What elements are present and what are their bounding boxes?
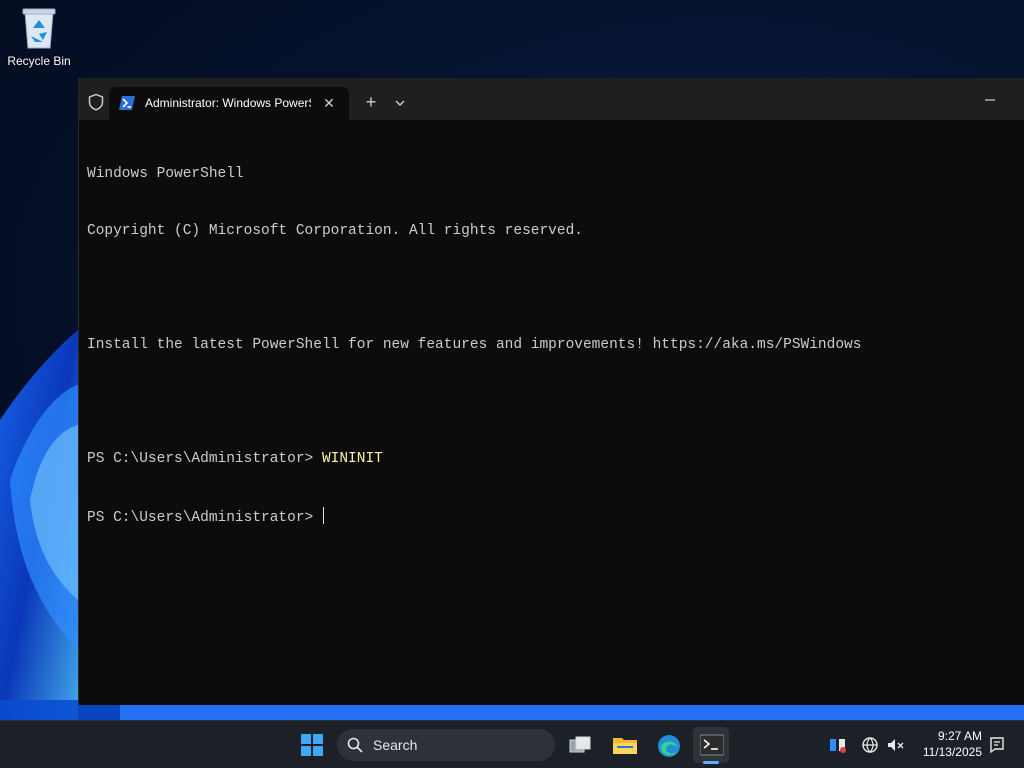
active-app-indicator <box>703 761 719 764</box>
volume-muted-icon[interactable] <box>885 735 905 755</box>
tab-powershell[interactable]: Administrator: Windows PowerShell ✕ <box>109 87 349 120</box>
file-explorer-icon <box>613 738 637 754</box>
desktop-icon-recycle-bin[interactable]: Recycle Bin <box>4 6 74 76</box>
console-output[interactable]: Windows PowerShell Copyright (C) Microso… <box>87 127 1017 564</box>
file-explorer-button[interactable] <box>606 727 642 763</box>
clock-time: 9:27 AM <box>937 729 982 743</box>
terminal-icon <box>700 734 724 756</box>
chevron-down-icon[interactable] <box>391 94 409 112</box>
title-bar[interactable]: Administrator: Windows PowerShell ✕ + <box>79 78 1024 120</box>
console-line: Copyright (C) Microsoft Corporation. All… <box>87 223 583 239</box>
start-icon <box>301 734 323 756</box>
console-line: Windows PowerShell <box>87 166 244 182</box>
task-view-button[interactable] <box>562 727 598 763</box>
search-label: Search <box>373 737 418 753</box>
globe-icon[interactable] <box>860 735 880 755</box>
new-tab-button[interactable]: + <box>360 92 382 114</box>
edge-icon <box>658 735 680 757</box>
terminal-button[interactable] <box>693 727 729 763</box>
recycle-bin-label: Recycle Bin <box>7 54 71 68</box>
recycle-bin-icon <box>22 8 56 49</box>
prompt-line-1: PS C:\Users\Administrator> WININIT <box>87 450 1017 469</box>
search-box[interactable]: Search <box>337 729 555 761</box>
close-tab-icon[interactable]: ✕ <box>319 93 339 113</box>
prompt: PS C:\Users\Administrator> <box>87 510 322 526</box>
prompt: PS C:\Users\Administrator> <box>87 451 322 467</box>
prompt-line-2[interactable]: PS C:\Users\Administrator> <box>87 507 1017 526</box>
taskbar: Search 9:27 AM 11/13/2025 <box>0 720 1024 768</box>
clock[interactable]: 9:27 AM 11/13/2025 <box>912 728 982 760</box>
console-line: Install the latest PowerShell for new fe… <box>87 337 862 353</box>
terminal-window[interactable]: Administrator: Windows PowerShell ✕ + Wi… <box>78 78 1024 705</box>
powershell-icon <box>119 96 135 110</box>
edge-button[interactable] <box>650 727 686 763</box>
notifications-icon[interactable] <box>987 735 1007 755</box>
minimize-button[interactable] <box>975 90 1005 110</box>
text-cursor <box>322 507 324 524</box>
clock-date: 11/13/2025 <box>922 745 982 759</box>
start-button[interactable] <box>294 727 330 763</box>
network-icon[interactable] <box>828 735 848 755</box>
tab-title: Administrator: Windows PowerShell <box>145 96 311 110</box>
search-icon <box>347 737 363 753</box>
command-text: WININIT <box>321 451 383 467</box>
task-view-icon <box>569 736 591 753</box>
shield-icon[interactable] <box>87 93 105 111</box>
